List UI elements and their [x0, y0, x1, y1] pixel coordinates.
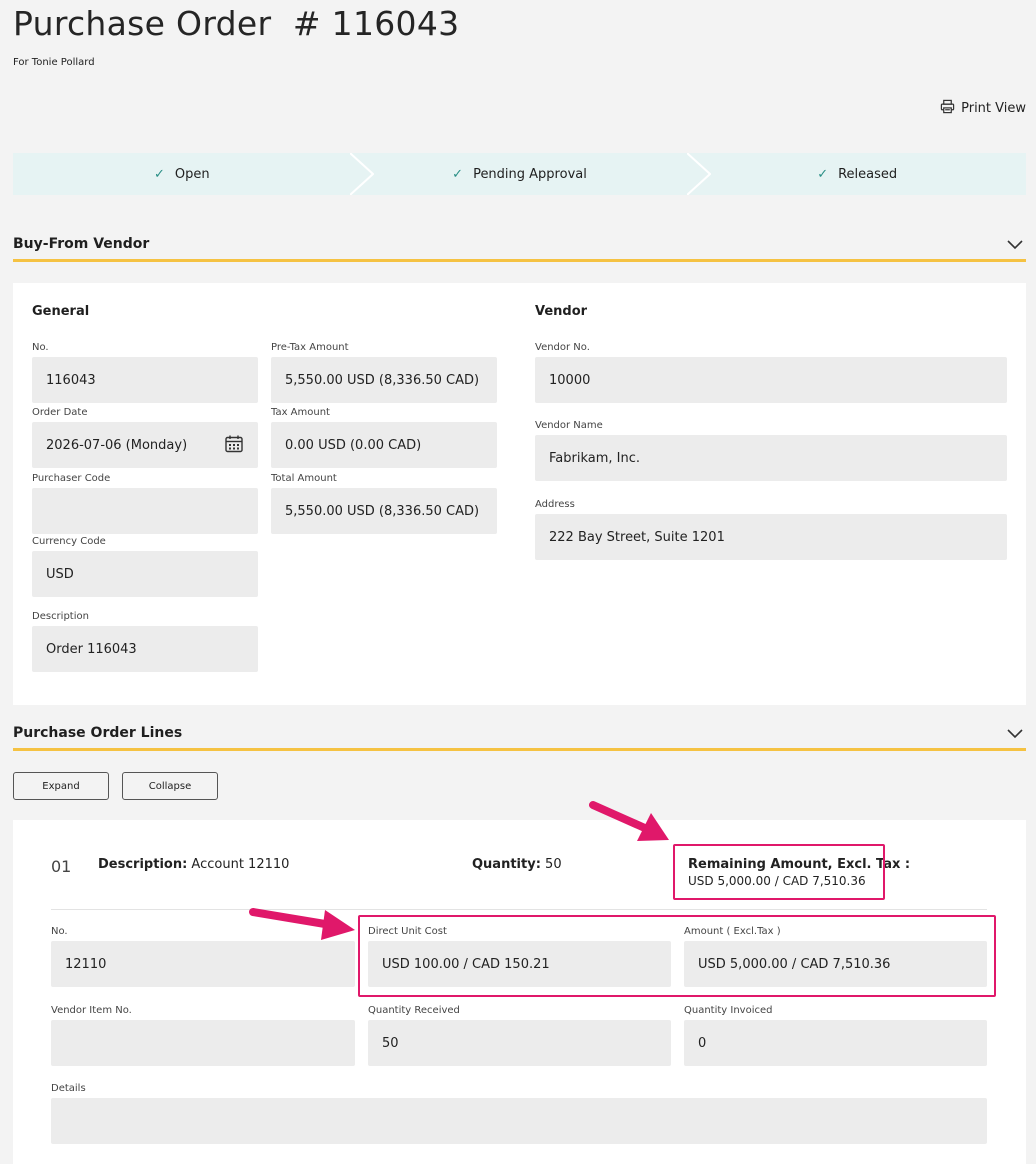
status-step-label: Released — [838, 166, 898, 182]
page-title: Purchase Order # 116043 — [13, 4, 460, 43]
vendor-name-value: Fabrikam, Inc. — [549, 450, 641, 466]
annotation-arrow — [249, 908, 355, 940]
pretax-amount-field: 5,550.00 USD (8,336.50 CAD) — [271, 357, 497, 403]
no-label: No. — [32, 342, 49, 353]
order-date-field[interactable]: 2026-07-06 (Monday) — [32, 422, 258, 468]
currency-code-label: Currency Code — [32, 536, 106, 547]
remaining-amount-highlight — [673, 844, 885, 900]
status-step-label: Open — [174, 166, 210, 182]
quantity-received-field[interactable]: 50 — [368, 1020, 671, 1066]
vendor-item-no-label: Vendor Item No. — [51, 1005, 132, 1016]
line-no-field[interactable]: 12110 — [51, 941, 355, 987]
vendor-name-label: Vendor Name — [535, 420, 603, 431]
print-view-button[interactable]: Print View — [940, 99, 1026, 118]
details-field[interactable] — [51, 1098, 987, 1144]
purchaser-code-label: Purchaser Code — [32, 473, 111, 484]
status-step-open: ✓ Open — [13, 153, 351, 195]
purchaser-code-field[interactable] — [32, 488, 258, 534]
calendar-icon[interactable] — [224, 434, 244, 454]
quantity-received-label: Quantity Received — [368, 1005, 460, 1016]
pretax-amount-value: 5,550.00 USD (8,336.50 CAD) — [285, 372, 480, 388]
cost-amount-highlight — [358, 915, 996, 997]
address-field[interactable]: 222 Bay Street, Suite 1201 — [535, 514, 1007, 560]
details-label: Details — [51, 1083, 86, 1094]
printer-icon — [940, 99, 955, 118]
pretax-amount-label: Pre-Tax Amount — [271, 342, 349, 353]
quantity-invoiced-label: Quantity Invoiced — [684, 1005, 773, 1016]
vendor-no-field[interactable]: 10000 — [535, 357, 1007, 403]
section-title: Buy-From Vendor — [13, 235, 150, 252]
step-divider — [350, 153, 374, 195]
status-step-label: Pending Approval — [473, 166, 587, 182]
check-icon: ✓ — [817, 166, 829, 182]
buy-from-vendor-header[interactable]: Buy-From Vendor — [13, 228, 1026, 262]
description-field[interactable]: Order 116043 — [32, 626, 258, 672]
tax-amount-field: 0.00 USD (0.00 CAD) — [271, 422, 497, 468]
check-icon: ✓ — [452, 166, 464, 182]
vendor-no-label: Vendor No. — [535, 342, 590, 353]
quantity-invoiced-value: 0 — [698, 1035, 707, 1051]
line-quantity-value: 50 — [545, 857, 562, 872]
total-amount-field: 5,550.00 USD (8,336.50 CAD) — [271, 488, 497, 534]
currency-code-value: USD — [46, 566, 74, 582]
check-icon: ✓ — [154, 166, 165, 182]
line-no-value: 12110 — [65, 956, 107, 972]
section-title: Purchase Order Lines — [13, 724, 183, 741]
total-amount-label: Total Amount — [271, 473, 337, 484]
status-step-pending-approval: ✓ Pending Approval — [351, 153, 689, 195]
total-amount-value: 5,550.00 USD (8,336.50 CAD) — [285, 503, 480, 519]
order-date-label: Order Date — [32, 407, 88, 418]
annotation-arrow — [589, 801, 669, 841]
collapse-button[interactable]: Collapse — [122, 772, 218, 800]
line-description-value: Account 12110 — [191, 857, 290, 872]
no-value: 116043 — [46, 372, 96, 388]
chevron-down-icon[interactable] — [1006, 724, 1024, 742]
description-label: Description — [32, 611, 89, 622]
line-description-label: Description: — [98, 857, 188, 872]
vendor-group-title: Vendor — [535, 304, 588, 319]
description-value: Order 116043 — [46, 641, 137, 657]
step-divider — [687, 153, 711, 195]
status-progress: ✓ Open ✓ Pending Approval ✓ Released — [13, 153, 1026, 195]
page-subtitle: For Tonie Pollard — [13, 57, 95, 68]
quantity-received-value: 50 — [382, 1035, 399, 1051]
line-description: Description: Account 12110 — [98, 857, 289, 872]
purchase-order-lines-header[interactable]: Purchase Order Lines — [13, 717, 1026, 751]
line-quantity-label: Quantity: — [472, 857, 541, 872]
tax-amount-value: 0.00 USD (0.00 CAD) — [285, 437, 422, 453]
address-label: Address — [535, 499, 575, 510]
no-field[interactable]: 116043 — [32, 357, 258, 403]
address-value: 222 Bay Street, Suite 1201 — [549, 529, 725, 545]
currency-code-field[interactable]: USD — [32, 551, 258, 597]
quantity-invoiced-field: 0 — [684, 1020, 987, 1066]
tax-amount-label: Tax Amount — [271, 407, 330, 418]
status-step-released: ✓ Released — [688, 153, 1026, 195]
vendor-item-no-field[interactable] — [51, 1020, 355, 1066]
order-date-value: 2026-07-06 (Monday) — [46, 437, 188, 453]
line-no-label: No. — [51, 926, 68, 937]
line-number: 01 — [51, 857, 72, 876]
general-group-title: General — [32, 304, 90, 319]
expand-button[interactable]: Expand — [13, 772, 109, 800]
line-divider — [51, 909, 987, 910]
vendor-name-field[interactable]: Fabrikam, Inc. — [535, 435, 1007, 481]
chevron-down-icon[interactable] — [1006, 235, 1024, 253]
line-quantity: Quantity: 50 — [472, 857, 562, 872]
print-view-label: Print View — [961, 101, 1026, 116]
vendor-no-value: 10000 — [549, 372, 591, 388]
